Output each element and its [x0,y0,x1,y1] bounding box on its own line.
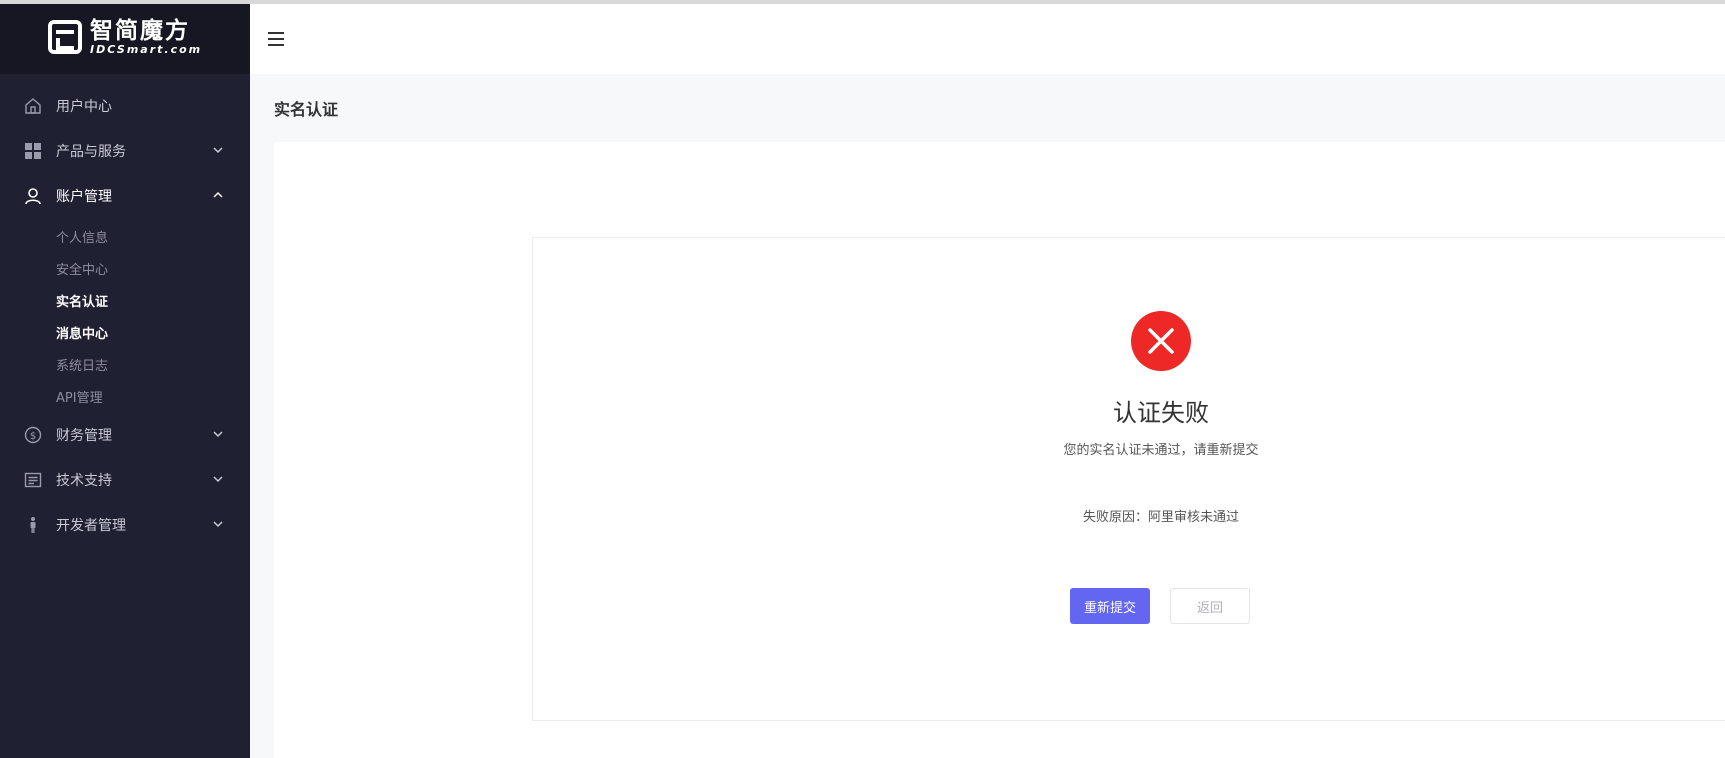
sidebar-item-label: 用户中心 [56,98,112,115]
sidebar-item-developer[interactable]: 开发者管理 [0,502,250,547]
developer-icon [24,516,42,534]
sidebar-subitem-messages[interactable]: 消息中心 [0,316,250,348]
top-bar [250,4,1725,74]
failure-reason: 失败原因：阿里审核未通过 [1082,510,1239,525]
content-card: 认证失败 您的实名认证未通过，请重新提交 失败原因：阿里审核未通过 重新提交 返… [274,142,1725,758]
sidebar-subitem-realname[interactable]: 实名认证 [0,284,250,316]
chevron-down-icon [213,431,223,438]
logo[interactable]: 智简魔方 IDCSmart.com [0,0,250,74]
menu-toggle-icon[interactable] [268,32,284,46]
sidebar-item-label: 产品与服务 [56,143,126,160]
sidebar-subitem-api[interactable]: API管理 [0,380,250,412]
back-button[interactable]: 返回 [1170,588,1250,624]
result-title: 认证失败 [1113,399,1209,427]
sidebar: 智简魔方 IDCSmart.com 用户中心 产品与服务 账户管理 个人信息 安 [0,0,250,758]
sidebar-subitem-system-log[interactable]: 系统日志 [0,348,250,380]
sidebar-item-products[interactable]: 产品与服务 [0,128,250,173]
ticket-icon [24,471,42,489]
sidebar-item-user-center[interactable]: 用户中心 [0,83,250,128]
resubmit-button[interactable]: 重新提交 [1070,588,1150,624]
user-icon [24,187,42,205]
chevron-up-icon [213,191,223,198]
grid-icon [24,142,42,160]
sidebar-item-support[interactable]: 技术支持 [0,457,250,502]
result-description: 您的实名认证未通过，请重新提交 [1063,443,1259,458]
logo-name-en: IDCSmart.com [90,43,203,56]
dollar-icon: $ [24,426,42,444]
logo-name-cn: 智简魔方 [90,18,190,44]
window-top-border [0,0,1725,4]
sidebar-subitem-profile[interactable]: 个人信息 [0,220,250,252]
sidebar-item-label: 技术支持 [56,472,112,489]
sidebar-item-finance[interactable]: $ 财务管理 [0,412,250,457]
svg-text:$: $ [30,431,36,442]
sidebar-item-label: 账户管理 [56,188,112,205]
chevron-down-icon [213,521,223,528]
sidebar-subitem-security[interactable]: 安全中心 [0,252,250,284]
logo-icon [48,20,82,54]
result-panel: 认证失败 您的实名认证未通过，请重新提交 失败原因：阿里审核未通过 重新提交 返… [532,237,1725,721]
error-circle-icon [1131,311,1191,371]
home-icon [24,97,42,115]
chevron-down-icon [213,476,223,483]
chevron-down-icon [213,147,223,154]
sidebar-item-label: 开发者管理 [56,517,126,534]
sidebar-menu: 用户中心 产品与服务 账户管理 个人信息 安全中心 实名认证 消息中心 系统日志… [0,74,250,547]
page-title: 实名认证 [274,100,339,119]
sidebar-item-account[interactable]: 账户管理 [0,173,250,218]
sidebar-item-label: 财务管理 [56,427,112,444]
